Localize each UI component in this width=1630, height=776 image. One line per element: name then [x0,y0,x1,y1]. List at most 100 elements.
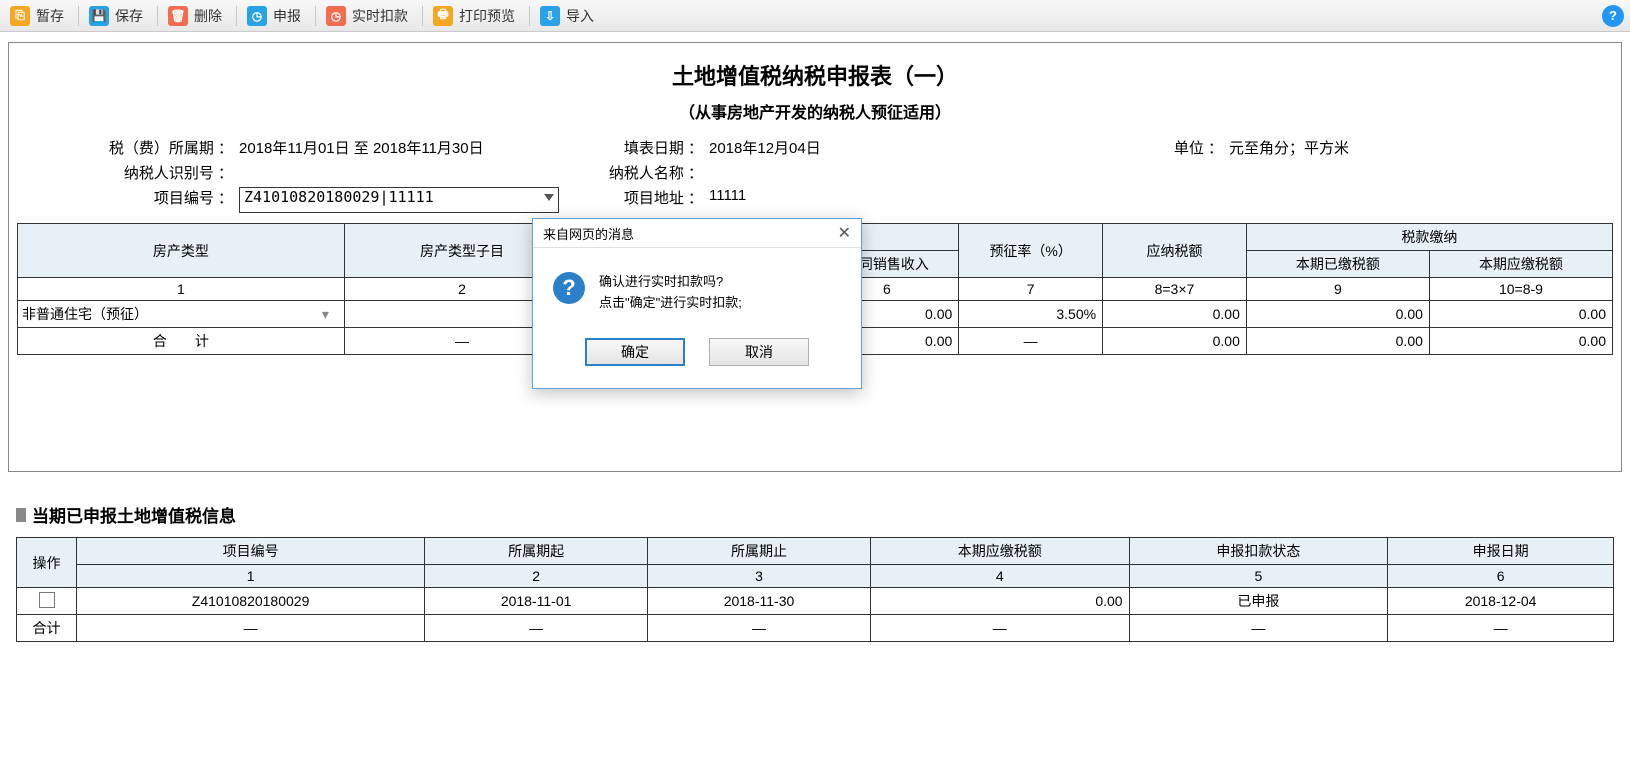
paid-cell[interactable]: 0.00 [1246,301,1429,328]
delete-icon: 🗑 [168,6,188,26]
col-status: 申报扣款状态 [1129,538,1388,565]
idx: 4 [870,565,1129,588]
import-icon: ⇩ [540,6,560,26]
delete-button[interactable]: 🗑 删除 [166,4,228,28]
chevron-down-icon: ▾ [322,306,338,323]
form-title: 土地增值税纳税申报表（一） [9,59,1621,91]
form-subtitle: （从事房地产开发的纳税人预征适用） [9,99,1621,123]
page-content: 土地增值税纳税申报表（一） （从事房地产开发的纳税人预征适用） 税（费）所属期 … [0,32,1630,662]
section-title: 当期已申报土地增值税信息 [32,502,236,527]
idx: 1 [77,565,425,588]
declared-section-header: 当期已申报土地增值税信息 [16,502,1614,527]
btn-label: 保存 [115,6,143,26]
total-label: 合 计 [18,328,345,355]
taxpayer-id-label: 纳税人识别号 ： [39,162,239,183]
msg-line: 确认进行实时扣款吗? [599,272,742,293]
project-no-value: Z41010820180029|11111 [244,188,434,206]
btn-label: 打印预览 [459,6,515,26]
property-type-cell[interactable]: 非普通住宅（预征）▾ [18,301,345,328]
index-row: 1 2 3 4 5 6 [17,565,1614,588]
idx: 10=8-9 [1429,278,1612,301]
tax-due: 0.00 [870,588,1129,615]
toolbar-separator [529,6,530,26]
checkbox-icon[interactable] [39,592,55,608]
col-tax-payable: 应纳税额 [1103,224,1247,278]
period-start: 2018-11-01 [425,588,648,615]
status: 已申报 [1129,588,1388,615]
rate-cell[interactable]: 3.50% [959,301,1103,328]
print-preview-button[interactable]: 🖶 打印预览 [431,4,521,28]
section-bar-icon [16,508,26,522]
unit-value: 元至角分；平方米 [1229,137,1429,158]
close-icon[interactable]: ✕ [838,223,851,243]
project-addr-label: 项目地址 ： [589,187,709,213]
save-icon: 💾 [89,6,109,26]
unit-label: 单位 ： [1009,137,1229,158]
ok-button[interactable]: 确定 [585,338,685,366]
toolbar-separator [157,6,158,26]
row-checkbox-cell[interactable] [17,588,77,615]
dash: — [1388,615,1614,642]
msg-line: 点击"确定"进行实时扣款; [599,293,742,314]
import-button[interactable]: ⇩ 导入 [538,4,600,28]
taxpayer-name-label: 纳税人名称 ： [589,162,709,183]
temp-save-icon: ⎘ [10,6,30,26]
idx: 8=3×7 [1103,278,1247,301]
help-icon[interactable]: ? [1602,5,1624,27]
fill-date-value: 2018年12月04日 [709,137,1009,158]
toolbar-separator [315,6,316,26]
btn-label: 申报 [273,6,301,26]
declared-table: 操作 项目编号 所属期起 所属期止 本期应缴税额 申报扣款状态 申报日期 1 2… [16,537,1614,642]
fill-date-label: 填表日期 ： [589,137,709,158]
btn-label: 删除 [194,6,222,26]
dash: — [425,615,648,642]
idx: 3 [648,565,871,588]
period-label: 税（费）所属期 ： [39,137,239,158]
print-icon: 🖶 [433,6,453,26]
declare-date: 2018-12-04 [1388,588,1614,615]
total-paid: 0.00 [1246,328,1429,355]
taxpayer-id-value [239,162,589,183]
total-label: 合计 [17,615,77,642]
dash: — [870,615,1129,642]
idx: 5 [1129,565,1388,588]
col-tax-due: 本期应缴税额 [870,538,1129,565]
declare-button[interactable]: ◷申报 [245,4,307,28]
save-button[interactable]: 💾 保存 [87,4,149,28]
toolbar-separator [78,6,79,26]
col-paid: 本期已缴税额 [1246,251,1429,278]
dash: — [77,615,425,642]
project-no-select[interactable]: Z41010820180029|11111 [239,187,559,213]
toolbar-separator [236,6,237,26]
idx: 2 [425,565,648,588]
realtime-deduct-button[interactable]: ◷ 实时扣款 [324,4,414,28]
col-property-type: 房产类型 [18,224,345,278]
tax-payable-cell: 0.00 [1103,301,1247,328]
total-due: 0.00 [1429,328,1612,355]
btn-label: 暂存 [36,6,64,26]
main-toolbar: ⎘ 暂存 💾 保存 🗑 删除 ◷申报 ◷ 实时扣款 🖶 打印预览 ⇩ 导入 ? [0,0,1630,32]
col-period-end: 所属期止 [648,538,871,565]
confirm-dialog: 来自网页的消息 ✕ ? 确认进行实时扣款吗? 点击"确定"进行实时扣款; 确定 … [532,218,862,389]
temp-save-button[interactable]: ⎘ 暂存 [8,4,70,28]
cancel-button[interactable]: 取消 [709,338,809,366]
total-rate: — [959,328,1103,355]
btn-label: 实时扣款 [352,6,408,26]
btn-label: 导入 [566,6,594,26]
idx: 9 [1246,278,1429,301]
col-project-no: 项目编号 [77,538,425,565]
col-op: 操作 [17,538,77,588]
project-no-label: 项目编号 ： [39,187,239,213]
col-period-start: 所属期起 [425,538,648,565]
taxpayer-name-value [709,162,1009,183]
col-declare-date: 申报日期 [1388,538,1614,565]
col-tax-payment-group: 税款缴纳 [1246,224,1612,251]
toolbar-separator [422,6,423,26]
dash: — [648,615,871,642]
due-cell: 0.00 [1429,301,1612,328]
clock-icon: ◷ [326,6,346,26]
project-addr-value: 11111 [709,187,1009,213]
dash: — [1129,615,1388,642]
project-no: Z41010820180029 [77,588,425,615]
col-due: 本期应缴税额 [1429,251,1612,278]
